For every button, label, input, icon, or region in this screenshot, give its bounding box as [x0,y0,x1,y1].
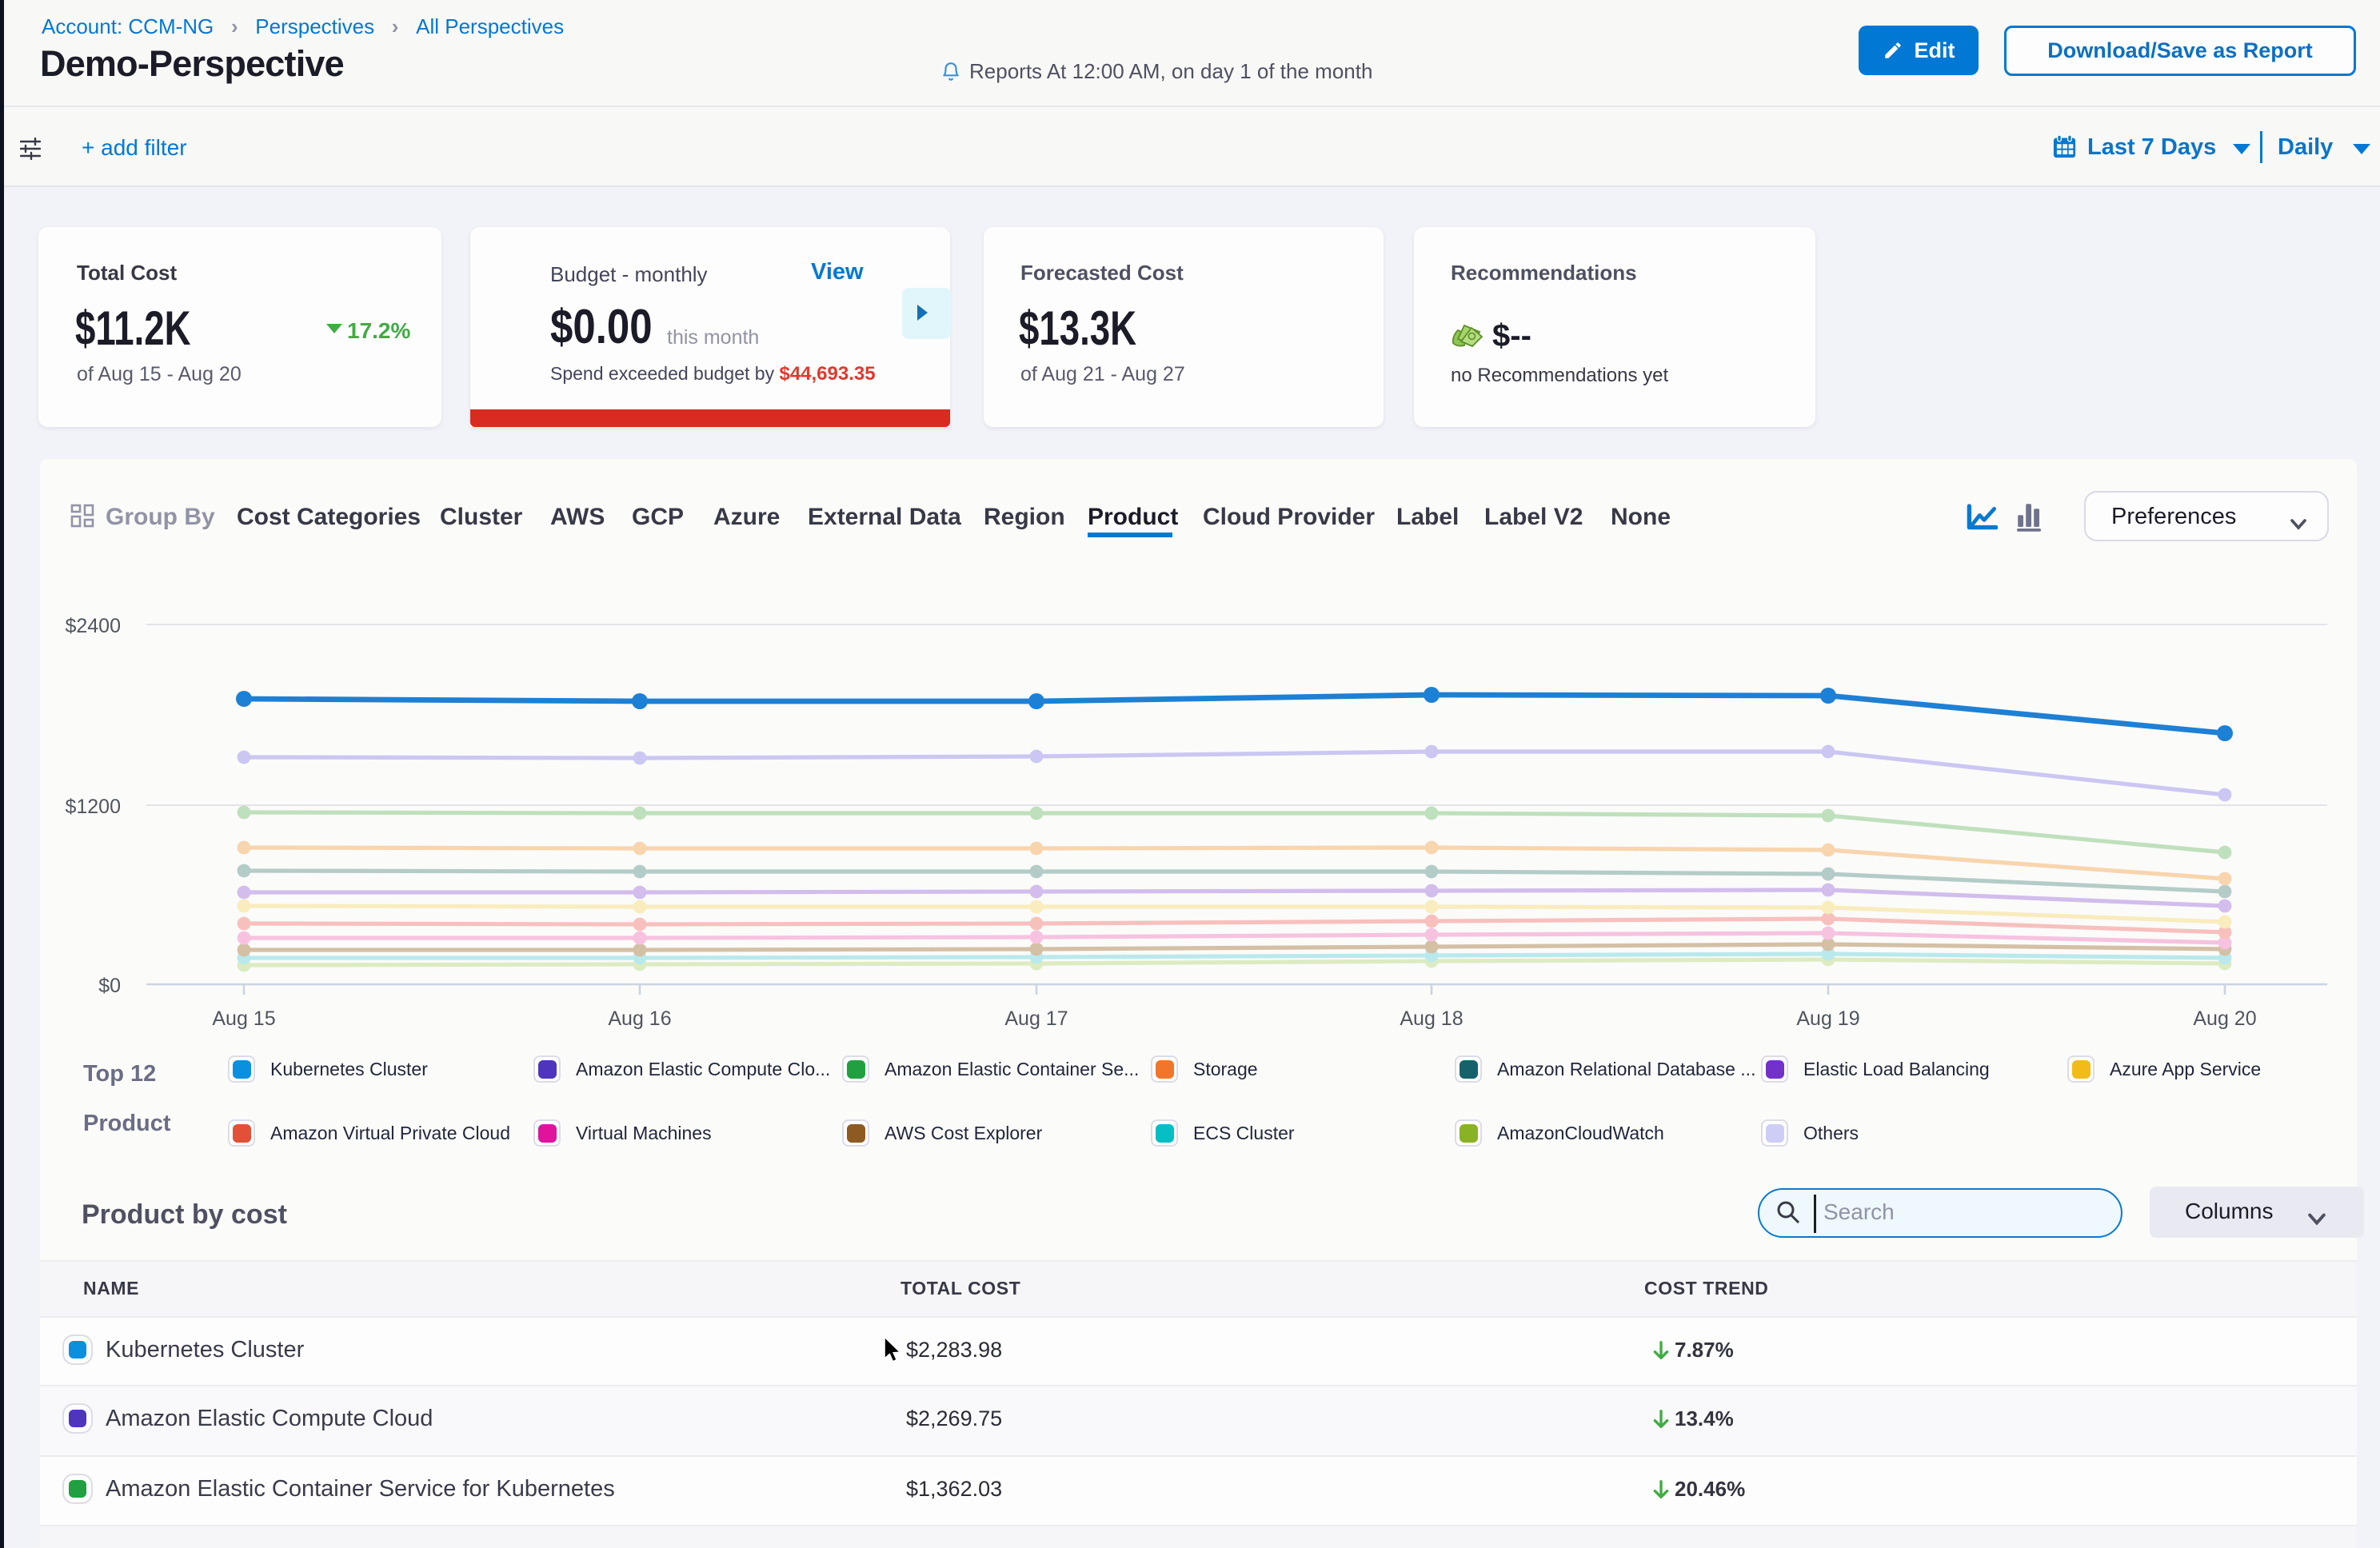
svg-text:Aug 15: Aug 15 [212,1007,275,1030]
svg-text:Aug 18: Aug 18 [1400,1007,1463,1030]
svg-text:$0: $0 [98,975,121,997]
svg-text:$2400: $2400 [65,615,121,637]
svg-text:Aug 19: Aug 19 [1796,1007,1859,1030]
svg-text:Aug 17: Aug 17 [1004,1007,1068,1030]
svg-text:Aug 16: Aug 16 [608,1007,671,1030]
svg-text:Aug 20: Aug 20 [2193,1007,2256,1030]
svg-text:$1200: $1200 [65,796,121,818]
